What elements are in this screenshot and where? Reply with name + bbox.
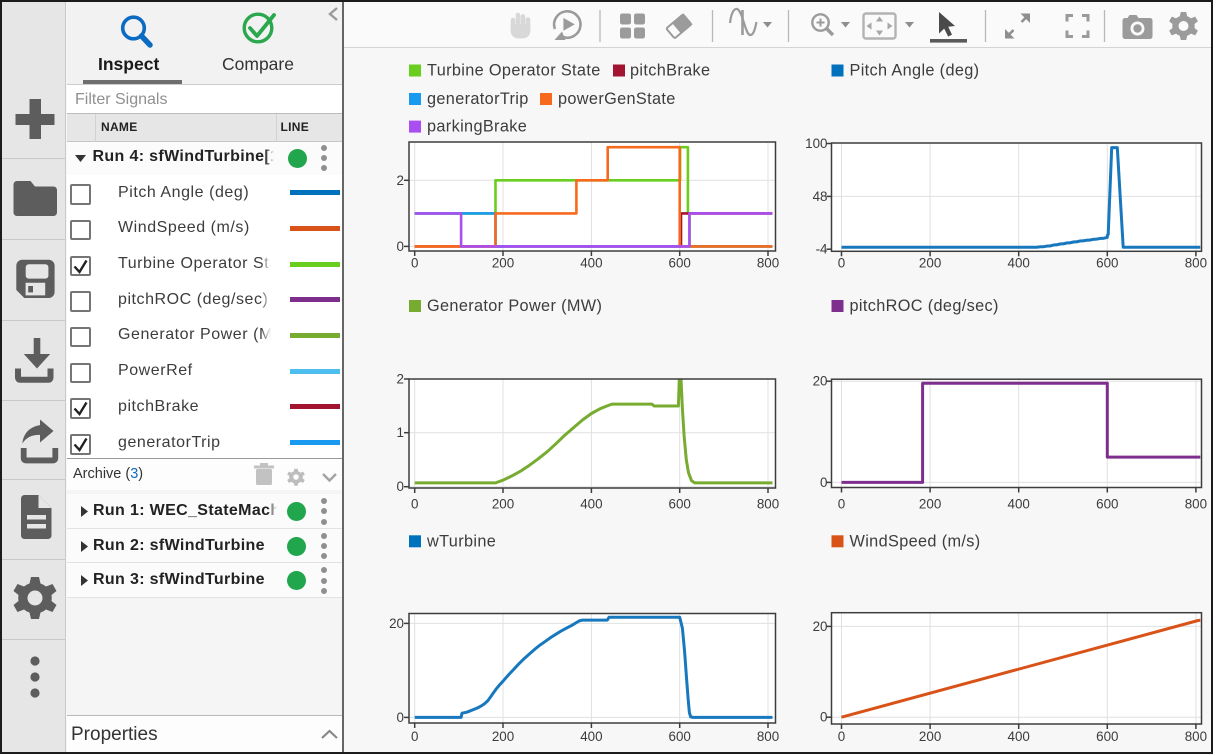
svg-text:Pitch Angle (deg): Pitch Angle (deg) bbox=[850, 62, 980, 80]
svg-text:-4: -4 bbox=[816, 242, 828, 257]
svg-text:0: 0 bbox=[397, 710, 404, 725]
svg-text:0: 0 bbox=[397, 479, 404, 494]
svg-text:WindSpeed (m/s): WindSpeed (m/s) bbox=[850, 532, 981, 550]
svg-text:800: 800 bbox=[757, 496, 779, 511]
svg-text:600: 600 bbox=[1096, 256, 1118, 271]
svg-text:0: 0 bbox=[411, 256, 418, 271]
svg-text:0: 0 bbox=[838, 496, 845, 511]
svg-text:2: 2 bbox=[397, 173, 404, 188]
svg-text:100: 100 bbox=[805, 136, 827, 151]
svg-text:20: 20 bbox=[813, 374, 828, 389]
svg-text:0: 0 bbox=[411, 729, 418, 744]
svg-text:0: 0 bbox=[838, 729, 845, 744]
svg-text:0: 0 bbox=[838, 256, 845, 271]
svg-text:20: 20 bbox=[813, 619, 828, 634]
svg-text:Generator Power (MW): Generator Power (MW) bbox=[427, 297, 602, 315]
svg-text:600: 600 bbox=[1096, 496, 1118, 511]
svg-text:Turbine Operator State: Turbine Operator State bbox=[427, 62, 601, 80]
svg-text:200: 200 bbox=[492, 256, 514, 271]
svg-text:600: 600 bbox=[669, 729, 691, 744]
svg-text:400: 400 bbox=[1008, 496, 1030, 511]
svg-text:pitchBrake: pitchBrake bbox=[630, 62, 710, 80]
svg-text:800: 800 bbox=[757, 729, 779, 744]
svg-text:800: 800 bbox=[1185, 496, 1207, 511]
svg-text:0: 0 bbox=[820, 475, 827, 490]
svg-text:400: 400 bbox=[1008, 729, 1030, 744]
svg-text:400: 400 bbox=[1008, 256, 1030, 271]
svg-text:pitchROC (deg/sec): pitchROC (deg/sec) bbox=[850, 297, 999, 315]
svg-text:0: 0 bbox=[820, 710, 827, 725]
svg-text:600: 600 bbox=[1096, 729, 1118, 744]
svg-text:powerGenState: powerGenState bbox=[558, 90, 676, 108]
svg-text:1: 1 bbox=[397, 425, 404, 440]
svg-text:generatorTrip: generatorTrip bbox=[427, 90, 529, 108]
svg-text:200: 200 bbox=[919, 496, 941, 511]
svg-text:800: 800 bbox=[1185, 256, 1207, 271]
svg-text:48: 48 bbox=[813, 189, 828, 204]
svg-text:800: 800 bbox=[757, 256, 779, 271]
svg-text:200: 200 bbox=[919, 256, 941, 271]
svg-text:2: 2 bbox=[397, 372, 404, 387]
svg-text:0: 0 bbox=[397, 239, 404, 254]
svg-text:parkingBrake: parkingBrake bbox=[427, 118, 527, 136]
svg-text:400: 400 bbox=[580, 729, 602, 744]
svg-text:400: 400 bbox=[580, 256, 602, 271]
svg-text:200: 200 bbox=[492, 496, 514, 511]
svg-text:800: 800 bbox=[1185, 729, 1207, 744]
svg-text:200: 200 bbox=[919, 729, 941, 744]
svg-text:wTurbine: wTurbine bbox=[426, 532, 496, 550]
svg-text:20: 20 bbox=[389, 616, 404, 631]
svg-text:600: 600 bbox=[669, 256, 691, 271]
svg-text:600: 600 bbox=[669, 496, 691, 511]
svg-text:0: 0 bbox=[411, 496, 418, 511]
svg-text:400: 400 bbox=[580, 496, 602, 511]
svg-text:200: 200 bbox=[492, 729, 514, 744]
